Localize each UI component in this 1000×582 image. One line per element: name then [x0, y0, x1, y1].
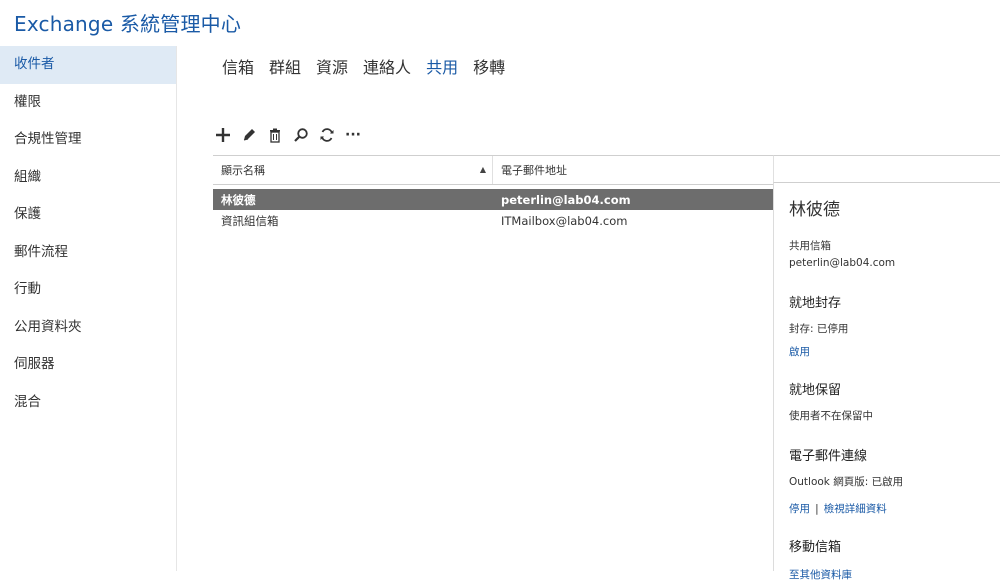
column-display-name-label: 顯示名稱: [221, 164, 265, 177]
disable-link[interactable]: 停用: [789, 503, 810, 515]
detail-name: 林彼德: [789, 200, 840, 220]
search-icon[interactable]: [292, 126, 310, 144]
detail-pane-header: [773, 155, 1000, 183]
detail-mailbox-type: 共用信箱: [789, 240, 831, 252]
sidebar-item-hybrid[interactable]: 混合: [0, 384, 176, 422]
hold-section-title: 就地保留: [789, 383, 842, 398]
sidebar-item-protection[interactable]: 保護: [0, 196, 176, 234]
detail-pane: 林彼德 共用信箱 peterlin@lab04.com 就地封存 封存: 已停用…: [773, 183, 1000, 581]
sidebar-item-public-folders[interactable]: 公用資料夾: [0, 309, 176, 347]
trash-icon[interactable]: [266, 126, 284, 144]
sidebar-item-recipients[interactable]: 收件者: [0, 46, 176, 84]
archive-status: 封存: 已停用: [789, 323, 849, 335]
plus-icon[interactable]: [214, 126, 232, 144]
list-header: 顯示名稱 ▲ 電子郵件地址: [213, 155, 773, 185]
connectivity-section-title: 電子郵件連線: [789, 449, 868, 464]
row-display-name: 林彼德: [221, 192, 256, 207]
owa-status: Outlook 網頁版: 已啟用: [789, 476, 904, 488]
link-separator: |: [815, 503, 819, 515]
table-row[interactable]: 資訊組信箱 ITMailbox@lab04.com: [213, 210, 773, 231]
column-email-address[interactable]: 電子郵件地址: [493, 162, 773, 178]
app-title: Exchange 系統管理中心: [14, 12, 242, 36]
sidebar-item-mobile[interactable]: 行動: [0, 271, 176, 309]
detail-email: peterlin@lab04.com: [789, 257, 896, 269]
pencil-icon[interactable]: [240, 126, 258, 144]
hold-status: 使用者不在保留中: [789, 410, 873, 422]
sort-ascending-icon: ▲: [479, 165, 486, 174]
tab-mailboxes[interactable]: 信箱: [222, 54, 254, 78]
more-icon[interactable]: ···: [344, 126, 362, 144]
refresh-icon[interactable]: [318, 126, 336, 144]
sidebar-item-servers[interactable]: 伺服器: [0, 346, 176, 384]
tab-bar: 信箱 群組 資源 連絡人 共用 移轉: [222, 54, 505, 78]
table-row[interactable]: 林彼德 peterlin@lab04.com: [213, 189, 773, 210]
toolbar: ···: [214, 126, 362, 144]
archive-enable-link[interactable]: 啟用: [789, 344, 1000, 359]
move-to-database-link[interactable]: 至其他資料庫: [789, 567, 1000, 582]
row-display-name: 資訊組信箱: [221, 213, 279, 228]
tab-shared[interactable]: 共用: [426, 54, 458, 78]
sidebar-item-organization[interactable]: 組織: [0, 159, 176, 197]
archive-section-title: 就地封存: [789, 296, 842, 311]
tab-migration[interactable]: 移轉: [473, 54, 505, 78]
row-email: ITMailbox@lab04.com: [501, 213, 628, 228]
sidebar-item-compliance[interactable]: 合規性管理: [0, 121, 176, 159]
row-email: peterlin@lab04.com: [501, 192, 631, 207]
sidebar-item-mail-flow[interactable]: 郵件流程: [0, 234, 176, 272]
sidebar-item-permissions[interactable]: 權限: [0, 84, 176, 122]
move-section-title: 移動信箱: [789, 540, 842, 555]
tab-groups[interactable]: 群組: [269, 54, 301, 78]
tab-contacts[interactable]: 連絡人: [363, 54, 411, 78]
column-display-name[interactable]: 顯示名稱 ▲: [213, 156, 493, 184]
view-details-link[interactable]: 檢視詳細資料: [824, 503, 887, 515]
sidebar: 收件者 權限 合規性管理 組織 保護 郵件流程 行動 公用資料夾 伺服器 混合: [0, 46, 177, 571]
tab-resources[interactable]: 資源: [316, 54, 348, 78]
recipient-list: 顯示名稱 ▲ 電子郵件地址 林彼德 peterlin@lab04.com 資訊組…: [213, 155, 773, 231]
